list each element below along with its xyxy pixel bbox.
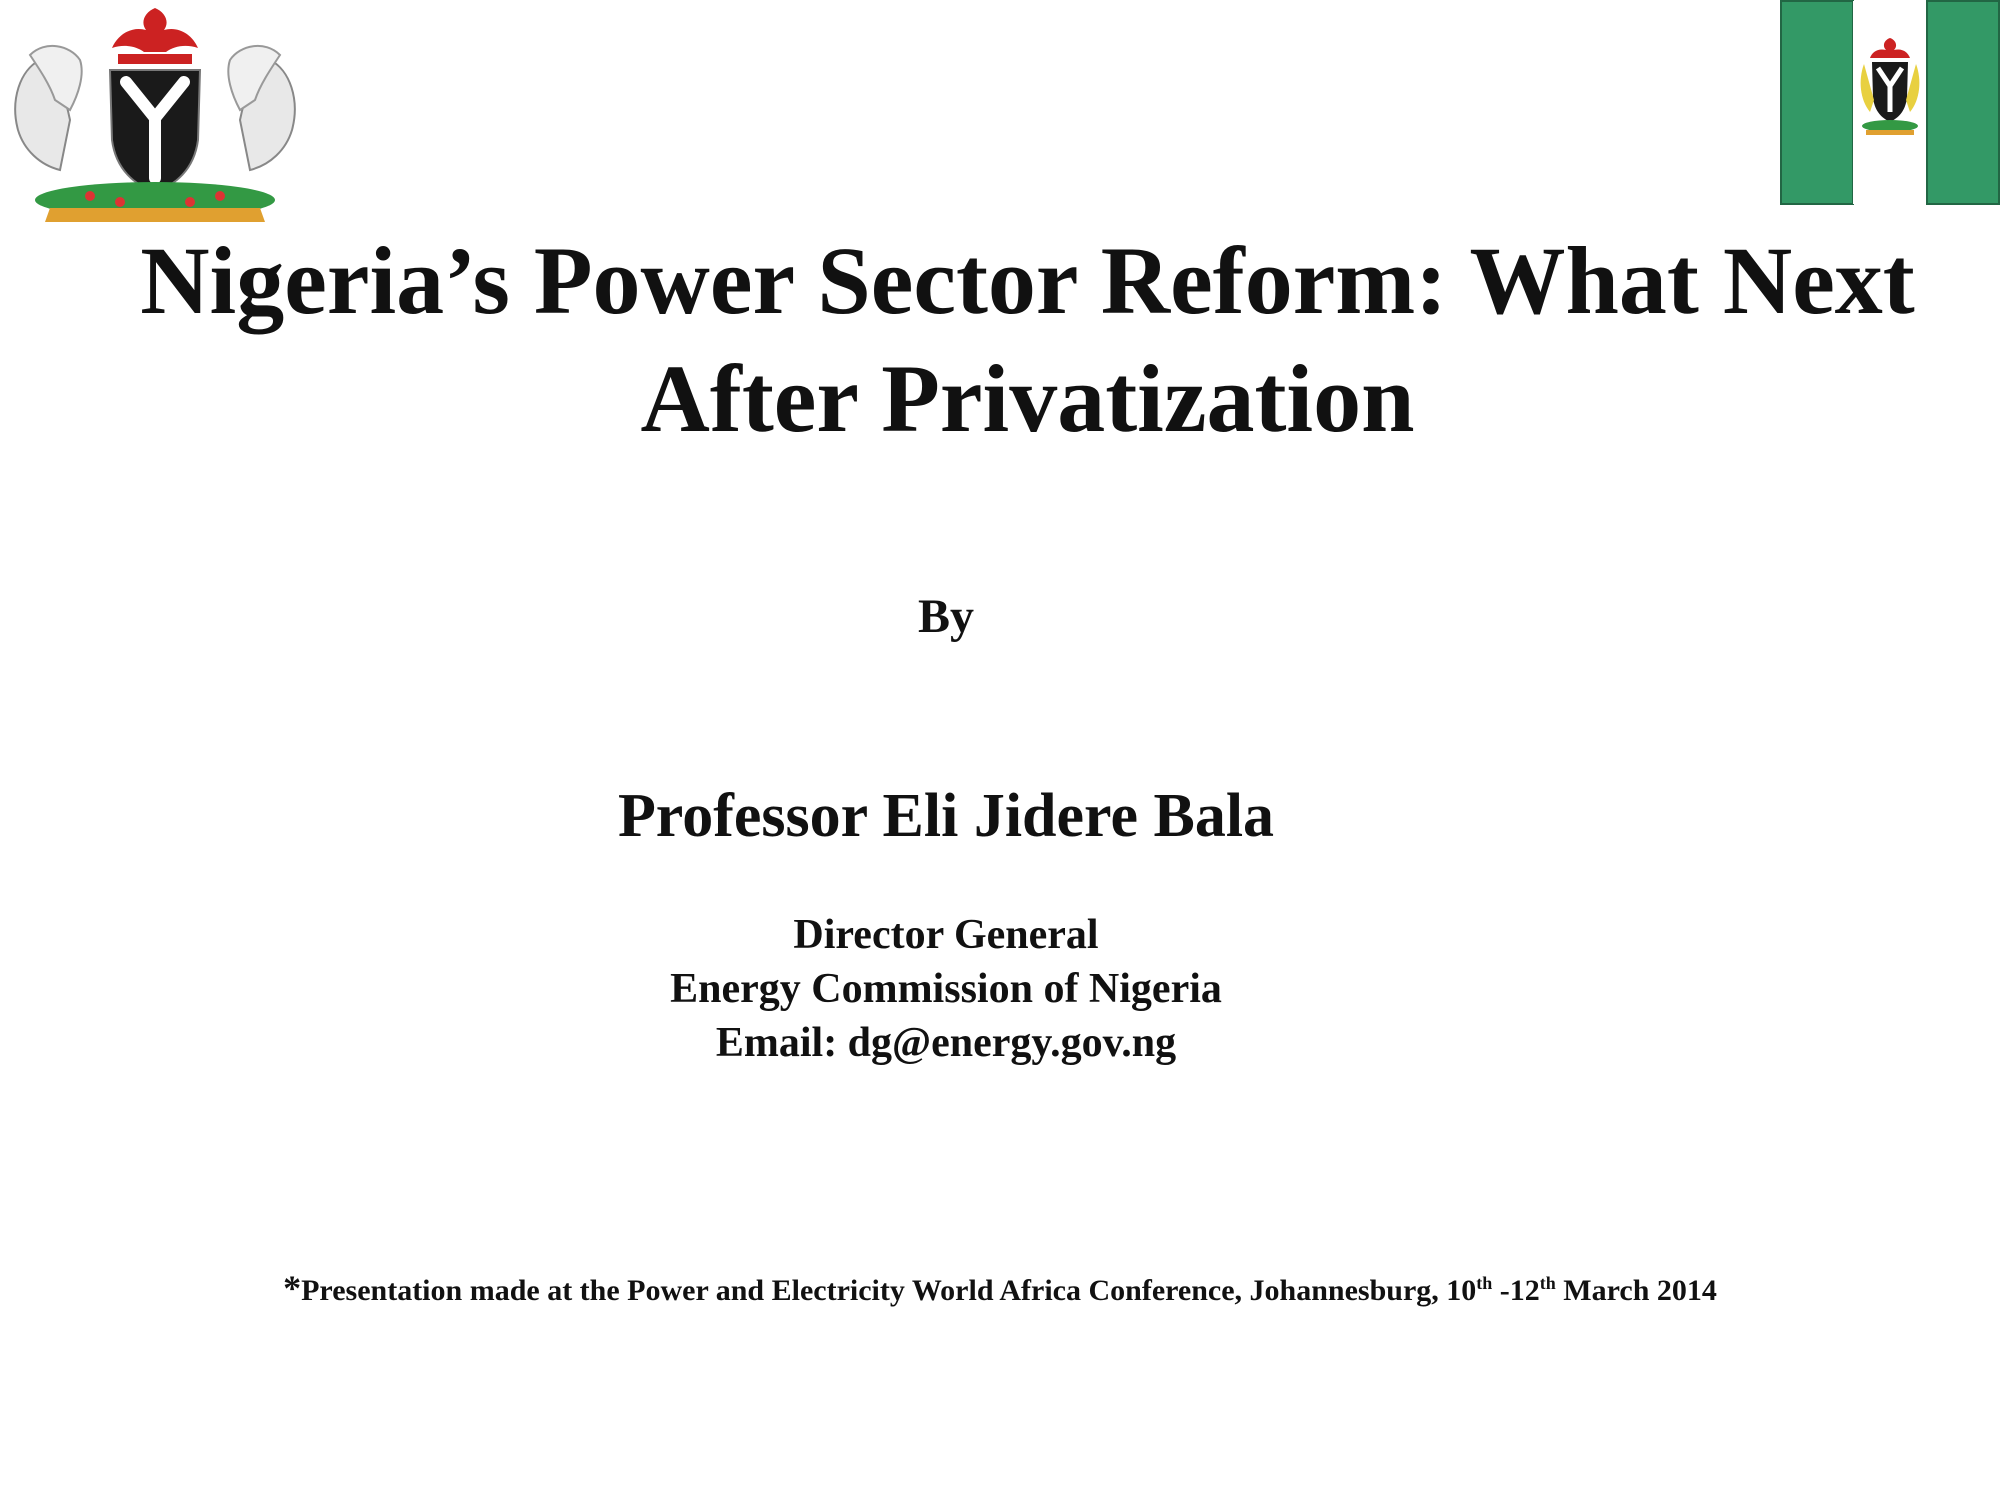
slide-title: Nigeria’s Power Sector Reform: What Next… — [60, 222, 1995, 458]
presenter-organization: Energy Commission of Nigeria — [670, 966, 1222, 1012]
by-label: By — [917, 590, 974, 643]
affiliation-block: Director General Energy Commission of Ni… — [546, 908, 1346, 1070]
footnote-dash: -12 — [1492, 1274, 1540, 1307]
presentation-footnote: *Presentation made at the Power and Elec… — [60, 1268, 1940, 1311]
presenter-name: Professor Eli Jidere Bala — [617, 782, 1275, 850]
nigeria-flag-icon — [1780, 0, 2000, 206]
presenter-position: Director General — [793, 912, 1099, 958]
footnote-sup1: th — [1476, 1273, 1493, 1293]
footnote-marker: * — [283, 1268, 302, 1308]
footnote-text-after-dates: March 2014 — [1555, 1274, 1717, 1307]
slide-title-line2: After Privatization — [640, 345, 1415, 452]
slide-title-line1: Nigeria’s Power Sector Reform: What Next — [140, 227, 1915, 334]
footnote-sup2: th — [1539, 1273, 1556, 1293]
coat-of-arms-icon — [0, 0, 310, 232]
presenter-email: Email: dg@energy.gov.ng — [715, 1020, 1177, 1066]
footnote-text-before-dates: Presentation made at the Power and Elect… — [301, 1274, 1477, 1307]
